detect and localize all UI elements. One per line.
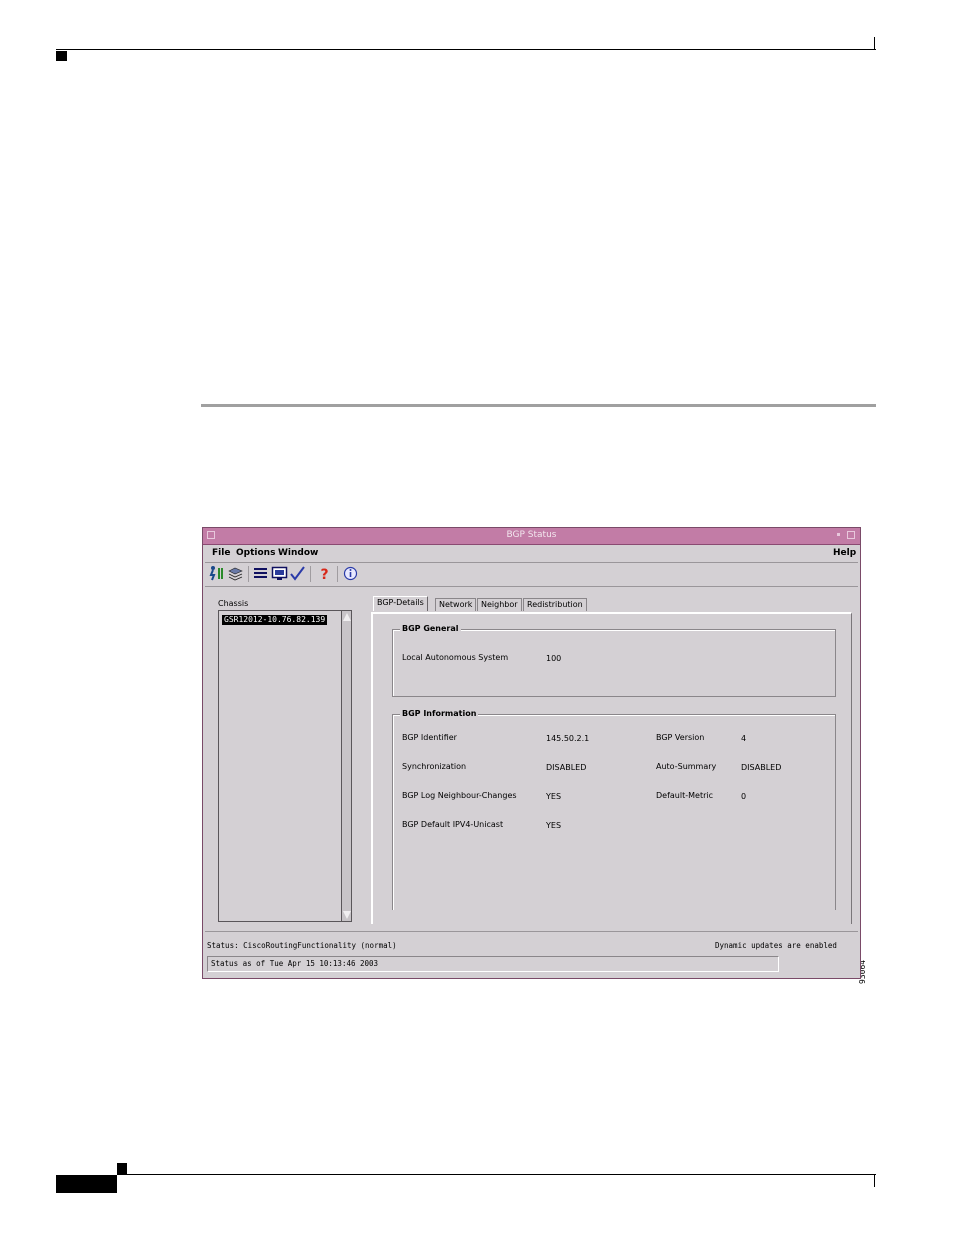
minimize-button[interactable] [835, 531, 843, 539]
chassis-label: Chassis [218, 599, 249, 608]
menu-options[interactable]: Options [236, 548, 275, 558]
bgp-general-title: BGP General [400, 624, 461, 634]
header-tick [874, 37, 875, 50]
menu-help[interactable]: Help [833, 548, 856, 558]
toolbar-separator [248, 566, 249, 582]
header-marker [56, 51, 67, 61]
dynamic-updates-text: Dynamic updates are enabled [715, 941, 837, 950]
tab-bgp-details[interactable]: BGP-Details [373, 596, 428, 611]
question-icon[interactable]: ? [316, 565, 333, 582]
local-as-value: 100 [546, 654, 562, 663]
bgp-identifier-label: BGP Identifier [402, 733, 457, 742]
menu-window[interactable]: Window [278, 548, 318, 558]
footer-marker [117, 1163, 127, 1174]
scroll-down-icon[interactable] [343, 911, 351, 919]
auto-summary-value: DISABLED [741, 763, 782, 772]
footer-tick [874, 1175, 875, 1187]
toolbar-separator [337, 566, 338, 582]
menu-bar: File Options Window Help [207, 546, 857, 561]
run-icon[interactable] [208, 565, 225, 582]
local-as-label: Local Autonomous System [402, 653, 509, 662]
log-neighbour-label: BGP Log Neighbour-Changes [402, 791, 517, 800]
list-icon[interactable] [252, 565, 269, 582]
status-divider [205, 931, 858, 932]
chassis-list[interactable]: GSR12012-10.76.82.139 [218, 610, 342, 922]
auto-summary-label: Auto-Summary [656, 762, 717, 771]
layers-icon[interactable] [227, 565, 244, 582]
footer-block [56, 1175, 117, 1193]
synchronization-label: Synchronization [402, 762, 467, 771]
bgp-version-value: 4 [741, 734, 747, 743]
title-bar[interactable]: BGP Status [203, 528, 860, 545]
toolbar-separator [310, 566, 311, 582]
tab-network[interactable]: Network [435, 598, 477, 611]
bgp-version-label: BGP Version [656, 733, 705, 742]
footer-rule [117, 1174, 876, 1175]
menubar-divider [205, 562, 858, 563]
synchronization-value: DISABLED [546, 763, 587, 772]
ipv4-unicast-value: YES [546, 821, 562, 830]
bgp-general-group: BGP General Local Autonomous System 100 [392, 624, 836, 697]
chassis-item[interactable]: GSR12012-10.76.82.139 [222, 615, 328, 625]
ipv4-unicast-label: BGP Default IPV4-Unicast [402, 820, 504, 829]
default-metric-value: 0 [741, 792, 747, 801]
status-text: Status: CiscoRoutingFunctionality (norma… [207, 941, 397, 950]
toolbar: ? [208, 565, 508, 585]
status-timestamp: Status as of Tue Apr 15 10:13:46 2003 [207, 956, 779, 972]
toolbar-divider [205, 586, 858, 587]
maximize-button[interactable] [847, 531, 855, 539]
bgp-identifier-value: 145.50.2.1 [546, 734, 590, 743]
monitor-icon[interactable] [271, 565, 288, 582]
header-rule [56, 49, 876, 50]
bgp-status-window: BGP Status File Options Window Help ? Ch… [202, 527, 861, 979]
check-icon[interactable] [289, 565, 306, 582]
svg-text:?: ? [320, 567, 328, 582]
log-neighbour-value: YES [546, 792, 562, 801]
tab-neighbor[interactable]: Neighbor [477, 598, 522, 611]
default-metric-label: Default-Metric [656, 791, 713, 800]
bgp-information-title: BGP Information [400, 709, 479, 719]
chassis-scrollbar[interactable] [341, 610, 352, 922]
tab-redistribution[interactable]: Redistribution [523, 598, 587, 611]
bgp-information-group: BGP Information BGP Identifier 145.50.2.… [392, 709, 836, 910]
scroll-up-icon[interactable] [343, 613, 351, 621]
info-icon[interactable] [342, 565, 359, 582]
menu-file[interactable]: File [212, 548, 230, 558]
window-title: BGP Status [506, 530, 557, 540]
section-rule [201, 404, 876, 407]
